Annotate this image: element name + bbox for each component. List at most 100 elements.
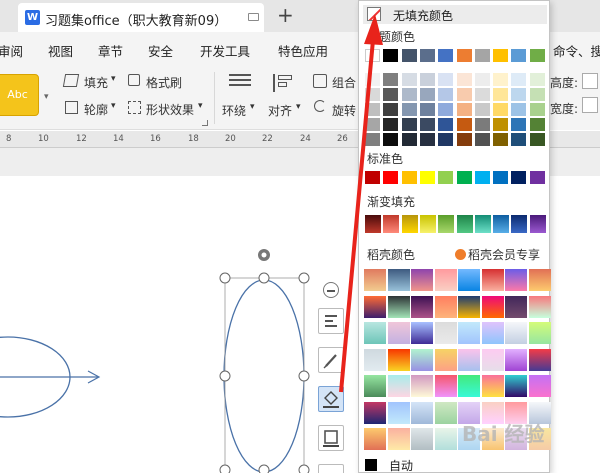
standard-color-swatch[interactable] — [511, 171, 527, 184]
theme-shade-swatch[interactable] — [511, 73, 527, 86]
preset-gradient-swatch[interactable] — [364, 295, 386, 318]
gradient-fill-swatch[interactable] — [364, 214, 382, 234]
theme-shade-swatch[interactable] — [419, 73, 435, 86]
theme-shade-swatch[interactable] — [474, 73, 490, 86]
preset-gradient-swatch[interactable] — [528, 295, 551, 318]
no-fill-option[interactable]: 无填充颜色 — [363, 5, 547, 24]
preset-gradient-swatch[interactable] — [458, 269, 480, 291]
preset-gradient-swatch[interactable] — [364, 322, 386, 344]
preset-gradient-swatch[interactable] — [387, 295, 410, 318]
preset-gradient-swatch[interactable] — [505, 269, 527, 291]
preset-gradient-swatch[interactable] — [434, 295, 457, 318]
preset-gradient-swatch[interactable] — [387, 401, 410, 424]
gradient-fill-swatch[interactable] — [418, 214, 437, 234]
gradient-fill-swatch[interactable] — [455, 214, 474, 234]
theme-shade-swatch[interactable] — [529, 73, 545, 86]
preset-gradient-swatch[interactable] — [505, 295, 527, 318]
theme-color-swatch[interactable] — [438, 49, 454, 62]
theme-shade-swatch[interactable] — [511, 118, 527, 131]
theme-shade-swatch[interactable] — [419, 118, 435, 131]
standard-color-swatch[interactable] — [383, 171, 399, 184]
theme-color-swatch[interactable] — [401, 49, 417, 62]
gradient-fill-swatch[interactable] — [437, 214, 456, 234]
preset-gradient-swatch[interactable] — [458, 375, 480, 397]
theme-shade-swatch[interactable] — [401, 88, 417, 101]
preset-gradient-swatch[interactable] — [458, 295, 480, 318]
preset-gradient-swatch[interactable] — [528, 348, 551, 371]
outline-tool-button[interactable] — [318, 425, 344, 451]
resize-handle[interactable] — [219, 272, 231, 284]
auto-color-swatch[interactable] — [365, 459, 377, 471]
preset-gradient-swatch[interactable] — [364, 428, 386, 450]
theme-shade-swatch[interactable] — [365, 118, 380, 131]
theme-shade-swatch[interactable] — [438, 118, 454, 131]
theme-shade-swatch[interactable] — [401, 73, 417, 86]
theme-color-swatch[interactable] — [529, 49, 545, 62]
theme-shade-swatch[interactable] — [365, 73, 380, 86]
standard-color-swatch[interactable] — [419, 171, 435, 184]
selected-ellipse-shape[interactable] — [223, 279, 305, 473]
theme-shade-swatch[interactable] — [419, 103, 435, 116]
preset-gradient-swatch[interactable] — [528, 269, 551, 291]
preset-gradient-swatch[interactable] — [434, 348, 457, 371]
preset-gradient-swatch[interactable] — [387, 428, 410, 450]
theme-shade-swatch[interactable] — [401, 103, 417, 116]
theme-shade-swatch[interactable] — [474, 118, 490, 131]
preset-gradient-swatch[interactable] — [364, 269, 386, 291]
preset-gradient-swatch[interactable] — [411, 375, 433, 397]
resize-handle[interactable] — [219, 464, 231, 473]
preset-gradient-swatch[interactable] — [364, 401, 386, 424]
theme-shade-swatch[interactable] — [383, 133, 399, 146]
theme-shade-swatch[interactable] — [419, 88, 435, 101]
theme-shade-swatch[interactable] — [456, 118, 472, 131]
resize-handle[interactable] — [298, 370, 310, 382]
theme-shade-swatch[interactable] — [529, 133, 545, 146]
theme-shade-swatch[interactable] — [493, 133, 509, 146]
preset-gradient-swatch[interactable] — [411, 348, 433, 371]
layout-options-button[interactable] — [318, 308, 344, 334]
preset-gradient-swatch[interactable] — [387, 375, 410, 397]
theme-shade-swatch[interactable] — [493, 103, 509, 116]
theme-shade-swatch[interactable] — [456, 133, 472, 146]
standard-color-swatch[interactable] — [438, 171, 454, 184]
theme-shade-swatch[interactable] — [456, 73, 472, 86]
theme-shade-swatch[interactable] — [383, 118, 399, 131]
standard-color-swatch[interactable] — [493, 171, 509, 184]
theme-shade-swatch[interactable] — [383, 103, 399, 116]
preset-gradient-swatch[interactable] — [505, 375, 527, 397]
preset-gradient-swatch[interactable] — [505, 348, 527, 371]
theme-shade-swatch[interactable] — [474, 88, 490, 101]
preset-gradient-swatch[interactable] — [411, 322, 433, 344]
gradient-fill-swatch[interactable] — [528, 214, 547, 234]
resize-handle[interactable] — [298, 464, 310, 473]
theme-shade-swatch[interactable] — [493, 118, 509, 131]
resize-handle[interactable] — [258, 272, 270, 284]
theme-shade-swatch[interactable] — [456, 103, 472, 116]
gradient-fill-swatch[interactable] — [492, 214, 511, 234]
theme-shade-swatch[interactable] — [383, 88, 399, 101]
theme-color-swatch[interactable] — [474, 49, 490, 62]
standard-color-swatch[interactable] — [365, 171, 380, 184]
theme-shade-swatch[interactable] — [493, 73, 509, 86]
standard-color-swatch[interactable] — [474, 171, 490, 184]
preset-gradient-swatch[interactable] — [481, 322, 504, 344]
theme-color-swatch[interactable] — [511, 49, 527, 62]
theme-color-swatch[interactable] — [419, 49, 435, 62]
theme-shade-swatch[interactable] — [474, 133, 490, 146]
resize-handle[interactable] — [298, 272, 310, 284]
theme-shade-swatch[interactable] — [401, 118, 417, 131]
fill-tool-button[interactable] — [318, 386, 344, 412]
pen-style-button[interactable] — [318, 347, 344, 373]
theme-shade-swatch[interactable] — [438, 103, 454, 116]
preset-gradient-swatch[interactable] — [505, 322, 527, 344]
preset-gradient-swatch[interactable] — [434, 269, 457, 291]
preset-gradient-swatch[interactable] — [411, 295, 433, 318]
preset-gradient-swatch[interactable] — [458, 348, 480, 371]
preset-gradient-swatch[interactable] — [387, 348, 410, 371]
theme-shade-swatch[interactable] — [474, 103, 490, 116]
preset-gradient-swatch[interactable] — [364, 348, 386, 371]
theme-shade-swatch[interactable] — [529, 88, 545, 101]
vip-exclusive-badge[interactable]: 稻壳会员专享 — [455, 246, 540, 263]
standard-color-swatch[interactable] — [456, 171, 472, 184]
preset-gradient-swatch[interactable] — [387, 269, 410, 291]
